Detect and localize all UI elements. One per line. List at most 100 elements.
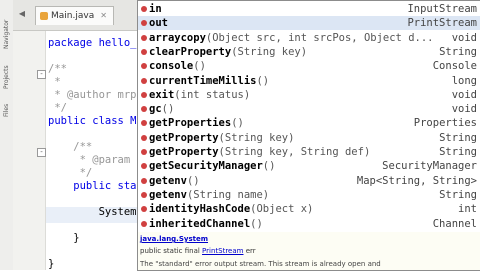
member-params: () — [161, 103, 175, 116]
completion-item[interactable]: getSecurityManager() SecurityManager — [138, 159, 480, 173]
member-params: (String key, String def) — [218, 146, 371, 158]
completion-item-type: String — [439, 146, 477, 158]
completion-item[interactable]: getenv() Map<String, String> — [138, 174, 480, 188]
member-params: () — [262, 160, 276, 173]
code-token: * — [48, 76, 61, 88]
completion-item-name: getSecurityManager() — [149, 159, 275, 173]
completion-item[interactable]: getProperty(String key, String def) Strin… — [138, 145, 480, 159]
completion-item[interactable]: arraycopy(Object src, int srcPos, Object… — [138, 31, 480, 45]
completion-item[interactable]: gc() void — [138, 102, 480, 116]
completion-item-name: gc() — [149, 102, 174, 116]
code-token: * @author mrp — [48, 89, 137, 101]
code-line: } — [48, 232, 80, 244]
fold-toggle-icon[interactable]: - — [37, 148, 46, 157]
code-token: package hello_ — [48, 37, 137, 49]
code-line: package hello_ — [48, 37, 137, 49]
completion-item-name: out — [149, 16, 168, 30]
side-tab-navigator[interactable]: Navigator — [1, 14, 12, 54]
member-name: console — [149, 60, 194, 73]
code-line: /** — [48, 141, 92, 153]
doc-description: The "standard" error output stream. This… — [140, 260, 381, 268]
side-tab-projects[interactable]: Projects — [1, 60, 12, 94]
completion-item-name: arraycopy(Object src, int srcPos, Object… — [149, 31, 433, 45]
back-icon[interactable]: ◀ — [17, 9, 27, 19]
completion-item-type: String — [439, 45, 477, 58]
member-params: () — [256, 74, 270, 87]
completion-item-type: InputStream — [407, 3, 477, 15]
completion-item-type: String — [439, 131, 477, 144]
member-name: getenv — [149, 188, 187, 201]
code-line: public class M — [48, 115, 137, 127]
member-params: (String name) — [186, 188, 270, 201]
completion-item-name: identityHashCode(Object x) — [149, 202, 313, 216]
member-name: identityHashCode — [149, 203, 251, 216]
completion-item-name: getProperties() — [149, 116, 244, 130]
member-icon — [141, 77, 147, 84]
member-params: () — [186, 174, 200, 187]
member-params: (Object src, int srcPos, Object d... — [205, 31, 434, 44]
member-icon — [141, 120, 147, 127]
member-icon — [141, 191, 147, 198]
completion-item-name: getenv() — [149, 174, 200, 188]
code-token: */ — [48, 102, 67, 114]
fold-toggle-icon[interactable]: - — [37, 70, 46, 79]
code-token: /** — [48, 141, 93, 153]
code-token: public sta — [48, 180, 137, 192]
completion-item-type: Properties — [413, 117, 477, 130]
member-name: inheritedChannel — [149, 217, 251, 230]
member-name: getProperties — [149, 117, 232, 130]
code-line: public sta — [48, 180, 137, 192]
completion-item-type: long — [451, 74, 477, 87]
member-name: in — [149, 3, 162, 15]
completion-item[interactable]: getProperty(String key) String — [138, 131, 480, 145]
code-line: * — [48, 76, 61, 88]
member-name: currentTimeMillis — [149, 74, 257, 87]
member-params: (int status) — [174, 88, 251, 101]
completion-item[interactable]: console() Console — [138, 59, 480, 73]
member-params: () — [231, 117, 244, 130]
code-token: System. — [48, 206, 143, 218]
member-name: getSecurityManager — [149, 160, 263, 173]
member-icon — [141, 177, 147, 184]
completion-item[interactable]: out PrintStream — [138, 16, 480, 31]
completion-item-type: SecurityManager — [382, 160, 477, 173]
code-line: */ — [48, 102, 67, 114]
member-icon — [141, 48, 147, 55]
completion-item-name: getenv(String name) — [149, 188, 269, 202]
side-tab-files[interactable]: Files — [1, 98, 12, 122]
member-icon — [141, 6, 147, 12]
completion-item-name: exit(int status) — [149, 88, 250, 102]
member-icon — [141, 134, 147, 141]
doc-type-link[interactable]: PrintStream — [202, 247, 243, 255]
completion-item-type: String — [439, 188, 477, 201]
completion-item[interactable]: getenv(String name) String — [138, 188, 480, 202]
completion-item[interactable]: clearProperty(String key) String — [138, 45, 480, 59]
member-params: () — [193, 60, 206, 73]
completion-item-type: Console — [432, 60, 477, 73]
member-name: clearProperty — [149, 45, 232, 58]
completion-item[interactable]: inheritedChannel() Channel — [138, 217, 480, 231]
java-class-icon — [40, 12, 48, 20]
member-icon — [141, 220, 147, 227]
code-line: /** — [48, 63, 67, 75]
member-icon — [141, 20, 147, 27]
completion-item[interactable]: getProperties() Properties — [138, 116, 480, 130]
code-line: */ — [48, 167, 93, 179]
member-name: arraycopy — [149, 31, 206, 44]
line-gutter: - - — [13, 31, 46, 270]
code-token: public class M — [48, 115, 137, 127]
tab-main-java[interactable]: Main.java ✕ — [35, 6, 114, 25]
javadoc-popup: java.lang.System public static final Pri… — [137, 232, 480, 271]
member-icon — [141, 149, 147, 155]
completion-item[interactable]: currentTimeMillis() long — [138, 74, 480, 88]
doc-signature: public static final PrintStream err — [140, 247, 256, 255]
completion-item[interactable]: in InputStream — [138, 2, 480, 16]
code-token: } — [48, 232, 80, 244]
completion-item[interactable]: exit(int status) void — [138, 88, 480, 102]
close-icon[interactable]: ✕ — [100, 7, 107, 25]
code-token: } — [48, 258, 55, 270]
doc-class-link[interactable]: java.lang.System — [140, 235, 208, 243]
completion-item[interactable]: identityHashCode(Object x) int — [138, 202, 480, 216]
member-icon — [141, 63, 147, 70]
code-completion-popup[interactable]: in InputStream out PrintStream arraycopy(Obj… — [137, 0, 480, 234]
